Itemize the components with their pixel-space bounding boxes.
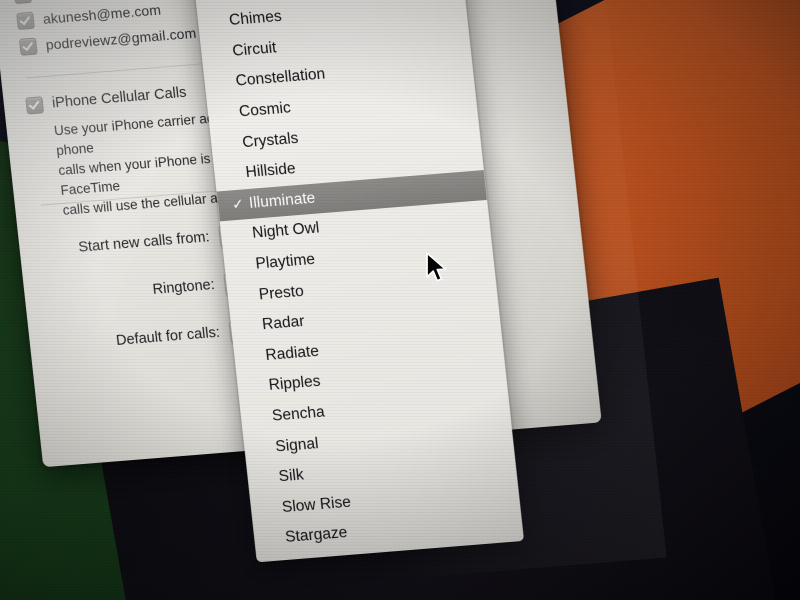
checkmark-placeholder xyxy=(226,143,241,144)
menu-item-label: Slow Rise xyxy=(281,493,352,516)
arrow-pointer-icon xyxy=(426,252,447,282)
checkmark-placeholder xyxy=(212,21,227,22)
account-email: podreviewz@gmail.com xyxy=(44,24,197,53)
checkmark-placeholder xyxy=(245,326,260,327)
menu-item-label: Crystals xyxy=(241,129,300,151)
default-for-calls-label: Default for calls: xyxy=(115,324,221,349)
checkmark-placeholder xyxy=(222,113,237,114)
menu-item-label: Playtime xyxy=(254,250,316,273)
checkmark-placeholder xyxy=(219,82,234,83)
cellular-calls-label: iPhone Cellular Calls xyxy=(51,84,188,112)
checkmark-placeholder xyxy=(216,52,231,53)
checkmark-icon: ✓ xyxy=(231,195,245,213)
ringtone-label: Ringtone: xyxy=(151,277,216,298)
checkmark-placeholder xyxy=(259,447,274,448)
ringtone-menu-item-list: Opening (Default)ApexBeaconBulletinBy Th… xyxy=(180,0,523,556)
ringtone-dropdown-menu[interactable]: Opening (Default)ApexBeaconBulletinBy Th… xyxy=(180,0,525,563)
checkmark-placeholder xyxy=(249,356,264,357)
laptop-screen-plane: akunesh@me.com akunesh@me.com podreviewz… xyxy=(0,0,667,600)
menu-item-label: Hillside xyxy=(244,160,297,182)
menu-item-label: Cosmic xyxy=(238,99,292,121)
start-new-calls-label: Start new calls from: xyxy=(77,229,211,256)
checkmark-placeholder xyxy=(242,295,257,296)
checkmark-placeholder xyxy=(265,508,280,509)
checkbox-checked-icon[interactable] xyxy=(18,37,38,56)
menu-item-label: Circuit xyxy=(231,39,278,60)
checkmark-placeholder xyxy=(252,386,267,387)
checkbox-checked-icon[interactable] xyxy=(25,95,45,115)
checkmark-placeholder xyxy=(255,417,270,418)
menu-item-label: Constellation xyxy=(234,66,327,91)
menu-item-label: Night Owl xyxy=(251,219,321,243)
menu-item-label: Ripples xyxy=(267,373,322,395)
menu-item-label: Illuminate xyxy=(248,189,317,212)
checkmark-placeholder xyxy=(268,539,283,540)
checkmark-placeholder xyxy=(229,174,244,175)
menu-item-label: Stargaze xyxy=(284,524,349,547)
photo-backdrop: akunesh@me.com akunesh@me.com podreviewz… xyxy=(0,0,800,600)
menu-item-label: Chimes xyxy=(228,8,283,30)
menu-item-label: Radiate xyxy=(264,342,320,364)
checkbox-checked-icon[interactable] xyxy=(13,0,33,4)
menu-item-label: Silk xyxy=(277,466,305,486)
checkmark-placeholder xyxy=(235,234,250,235)
mouse-cursor xyxy=(424,252,450,284)
checkmark-placeholder xyxy=(262,478,277,479)
checkbox-checked-icon[interactable] xyxy=(16,11,35,30)
menu-item-label: Presto xyxy=(258,282,305,303)
menu-item-label: Radar xyxy=(261,313,306,334)
checkmark-placeholder xyxy=(239,265,254,266)
menu-item-label: Sencha xyxy=(271,403,326,425)
menu-item-label: Signal xyxy=(274,434,320,456)
